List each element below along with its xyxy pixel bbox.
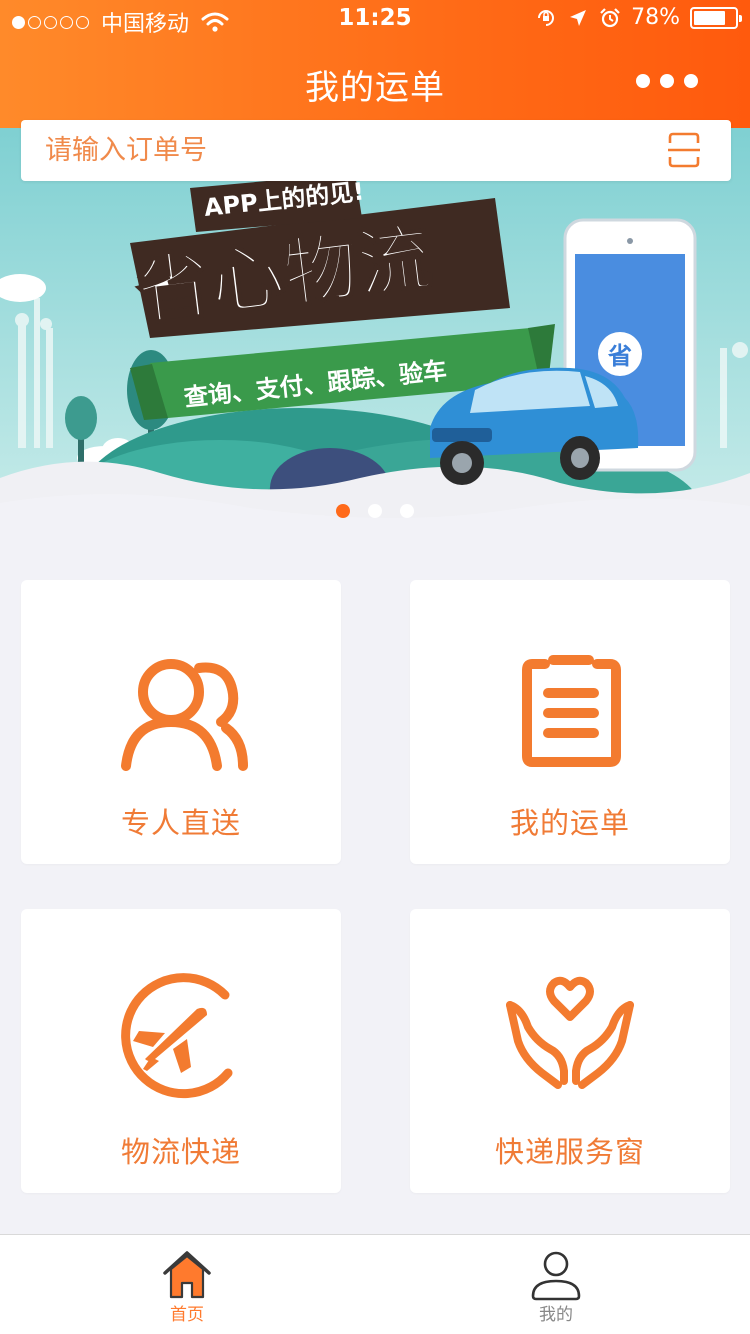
heart-hands-icon bbox=[506, 976, 634, 1089]
scan-icon[interactable] bbox=[667, 131, 701, 169]
menu-card-my-waybill[interactable]: 我的运单 bbox=[410, 580, 730, 864]
battery-level bbox=[694, 10, 725, 25]
app-header: 中国移动 11:25 78% 我的运单 bbox=[0, 0, 750, 128]
banner-illustration: APP上的的见! 省心物流 查询、支付、跟踪、验车 省 bbox=[0, 128, 750, 533]
tab-mine[interactable]: 我的 bbox=[456, 1235, 656, 1334]
bottom-tab-bar: 首页 我的 bbox=[0, 1234, 750, 1334]
tab-label: 我的 bbox=[539, 1305, 573, 1325]
user-icon bbox=[531, 1251, 581, 1301]
rotation-lock-icon bbox=[538, 9, 555, 26]
airplane-icon bbox=[121, 973, 233, 1099]
phone-badge-text: 省 bbox=[607, 342, 632, 370]
menu-card-express-service[interactable]: 快递服务窗 bbox=[410, 909, 730, 1193]
tab-label: 首页 bbox=[170, 1305, 204, 1325]
menu-label: 专人直送 bbox=[120, 806, 241, 840]
battery-icon bbox=[690, 6, 742, 29]
order-number-input[interactable] bbox=[45, 130, 645, 170]
status-bar: 中国移动 11:25 78% bbox=[0, 0, 750, 40]
menu-label: 我的运单 bbox=[509, 806, 630, 840]
clipboard-icon bbox=[522, 655, 621, 767]
promo-banner[interactable]: APP上的的见! 省心物流 查询、支付、跟踪、验车 省 bbox=[0, 128, 750, 533]
more-dots-icon[interactable] bbox=[636, 74, 698, 88]
tab-home[interactable]: 首页 bbox=[87, 1235, 287, 1334]
menu-label: 快递服务窗 bbox=[494, 1135, 645, 1169]
battery-percent: 78% bbox=[631, 5, 680, 30]
banner-pagination[interactable] bbox=[0, 504, 750, 518]
location-arrow-icon bbox=[570, 9, 587, 26]
menu-card-logistics-express[interactable]: 物流快递 bbox=[21, 909, 341, 1193]
home-icon bbox=[163, 1251, 211, 1299]
alarm-icon bbox=[600, 7, 620, 27]
banner-page-dot[interactable] bbox=[336, 504, 350, 518]
menu-card-direct-delivery[interactable]: 专人直送 bbox=[21, 580, 341, 864]
banner-page-dot[interactable] bbox=[368, 504, 382, 518]
status-right: 78% bbox=[535, 5, 742, 30]
menu-label: 物流快递 bbox=[120, 1135, 241, 1169]
order-search-bar bbox=[21, 120, 731, 181]
users-icon bbox=[121, 659, 248, 771]
banner-page-dot[interactable] bbox=[400, 504, 414, 518]
